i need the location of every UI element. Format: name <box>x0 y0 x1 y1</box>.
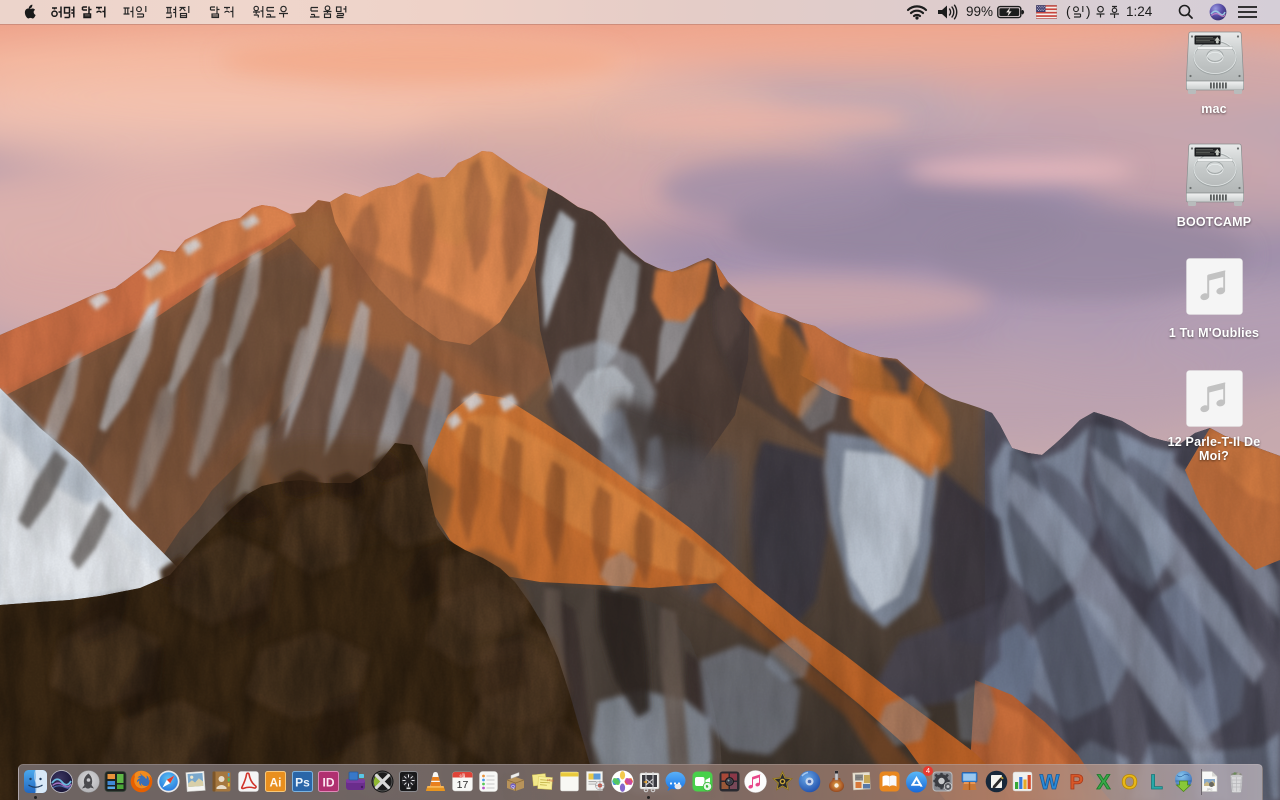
svg-text:Plan: Plan <box>547 778 554 782</box>
svg-text:Ps: Ps <box>295 776 310 790</box>
svg-text:Q: Q <box>511 784 515 789</box>
svg-text:ID: ID <box>323 776 335 790</box>
svg-text:O: O <box>1122 771 1138 793</box>
svg-text:W: W <box>1040 771 1060 793</box>
svg-text:Ai: Ai <box>269 776 281 790</box>
svg-text:6월: 6월 <box>459 772 465 778</box>
svg-text:JPG: JPG <box>1207 788 1214 792</box>
svg-text:L: L <box>1150 771 1163 793</box>
svg-text:17: 17 <box>456 779 468 791</box>
svg-text:X: X <box>1096 771 1110 793</box>
svg-text:P: P <box>1069 771 1083 793</box>
